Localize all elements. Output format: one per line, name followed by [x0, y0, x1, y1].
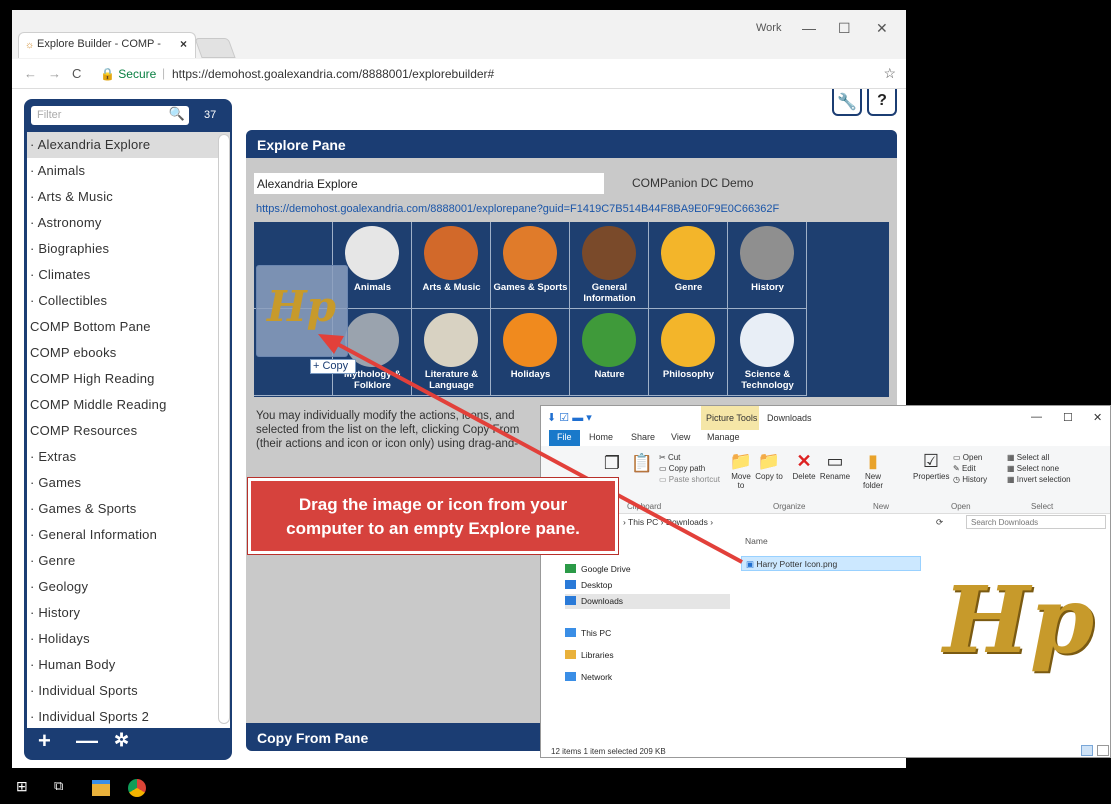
chrome-taskbar-icon[interactable]	[128, 779, 146, 797]
windows-start-icon[interactable]: ⊞	[16, 778, 28, 794]
callout-line-2: computer to an empty Explore pane.	[286, 519, 580, 538]
desktop-screen: ☼ Explore Builder - COMP - × Work — ☐ ✕ …	[0, 0, 1111, 804]
taskbar: ⊞ ⧉	[0, 772, 1111, 804]
file-explorer-taskbar-icon[interactable]	[92, 780, 110, 796]
task-view-icon[interactable]: ⧉	[54, 778, 63, 794]
instruction-callout: Drag the image or icon from your compute…	[248, 478, 618, 554]
drag-arrow	[318, 334, 743, 564]
callout-line-1: Drag the image or icon from your	[298, 495, 568, 514]
